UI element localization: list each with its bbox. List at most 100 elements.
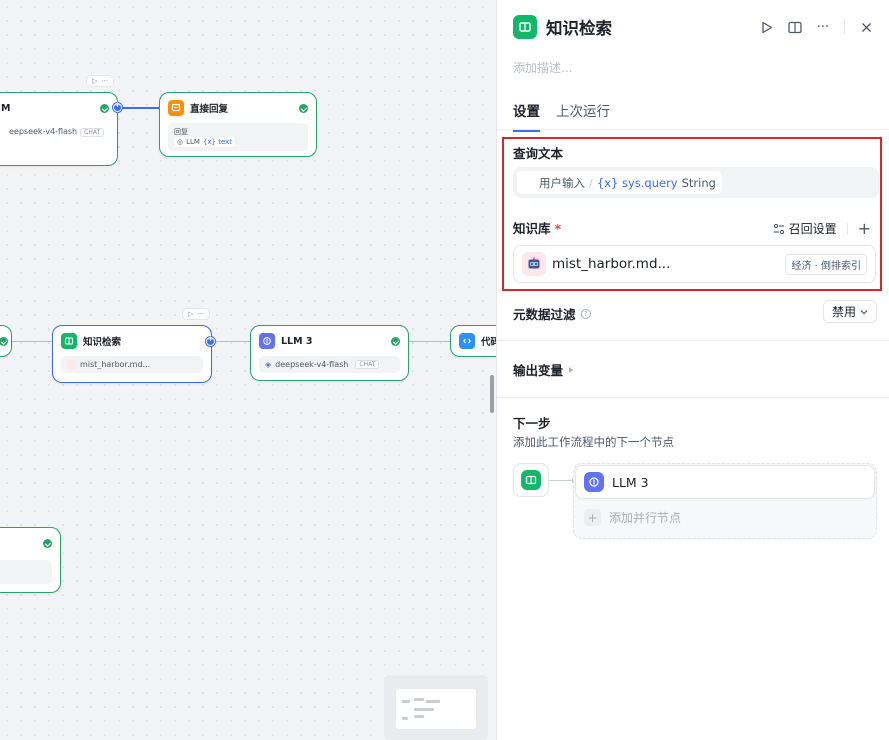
variable-ref: ◎ LLM {x} text: [174, 137, 236, 147]
sliders-icon: [773, 223, 784, 234]
edge: [409, 341, 450, 342]
next-step-description: 添加此工作流程中的下一个节点: [513, 435, 674, 449]
divider: [497, 340, 889, 341]
query-input[interactable]: 用户输入 / {x} sys.query String: [513, 167, 879, 198]
model-name: eepseek-v4-flash: [9, 127, 78, 136]
success-check-icon: [43, 539, 52, 548]
query-variable: {x} sys.query: [596, 175, 678, 190]
book-open-icon[interactable]: [786, 18, 804, 36]
divider: [846, 222, 848, 235]
more-icon[interactable]: ···: [197, 310, 204, 318]
tabs-divider: [497, 129, 889, 130]
success-check-icon: [391, 337, 400, 346]
query-label: 查询文本: [513, 146, 564, 161]
node-title: 直接回复: [190, 104, 229, 115]
node-title: 知识检索: [83, 337, 122, 348]
next-node-label: LLM 3: [612, 474, 649, 490]
node-body: [0, 560, 52, 584]
file-name: mist_harbor.md...: [80, 360, 151, 369]
code-node[interactable]: 代码: [450, 325, 496, 357]
node-toolbar[interactable]: ▷ ···: [86, 75, 115, 87]
llm3-node[interactable]: LLM 3 ◈ deepseek-v4-flash CHAT: [250, 325, 409, 381]
divider: [844, 20, 845, 34]
kb-item-name: mist_harbor.md...: [552, 256, 671, 272]
reply-label: 回复: [174, 128, 188, 136]
ref-source: LLM: [186, 138, 200, 146]
node-settings-panel: 知识检索 ··· 添加描述... 设置 上次运行 查询文本 用户输入 / {x}…: [496, 0, 889, 740]
llm-node-top[interactable]: M eepseek-v4-flash CHAT: [0, 92, 118, 166]
partial-node-bottom[interactable]: [0, 527, 61, 593]
reply-icon: [168, 100, 184, 116]
node-toolbar[interactable]: ▷ ···: [182, 308, 211, 320]
description-input[interactable]: 添加描述...: [513, 59, 572, 76]
kb-label-text: 知识库: [513, 221, 551, 236]
workflow-canvas[interactable]: ▷··· M eepseek-v4-flashCHAT 直接回复 回复 ◎LLM…: [0, 0, 496, 740]
panel-header: 知识检索: [513, 15, 612, 39]
metadata-filter-label: 元数据过滤: [513, 307, 576, 322]
more-icon[interactable]: ···: [101, 77, 108, 85]
output-vars-label: 输出变量: [513, 363, 564, 378]
select-value: 禁用: [831, 305, 856, 319]
book-icon: [61, 333, 77, 349]
model-name: deepseek-v4-flash: [275, 360, 349, 369]
help-icon[interactable]: ?: [580, 308, 591, 319]
success-check-icon: [0, 337, 8, 346]
node-title: LLM 3: [281, 335, 313, 347]
add-kb-button[interactable]: +: [858, 219, 871, 238]
llm-ref-icon: ◎: [177, 138, 184, 146]
query-source: 用户输入: [539, 175, 585, 190]
run-icon[interactable]: ▷: [188, 310, 193, 318]
run-icon[interactable]: [758, 18, 776, 36]
minimap-viewport[interactable]: [396, 689, 476, 729]
metadata-filter-row: 元数据过滤 ?: [513, 304, 591, 323]
kb-label: 知识库 *: [513, 218, 561, 237]
node-title: M: [1, 102, 11, 114]
panel-resize-handle[interactable]: [490, 375, 494, 413]
add-parallel-node-button[interactable]: + 添加并行节点: [584, 509, 681, 526]
direct-reply-node[interactable]: 直接回复 回复 ◎ LLM {x} text: [159, 92, 317, 157]
edge: [122, 107, 160, 109]
next-node-llm3[interactable]: LLM 3: [575, 465, 875, 499]
llm-brain-icon: [259, 333, 275, 349]
output-port[interactable]: [113, 101, 122, 112]
required-mark: *: [554, 221, 562, 236]
node-title: 代码: [481, 337, 496, 348]
current-node-icon: [513, 463, 549, 497]
next-node-list: LLM 3 + 添加并行节点: [573, 463, 877, 539]
edge: [216, 341, 250, 342]
file-avatar-icon: [67, 360, 76, 369]
recall-settings-label: 召回设置: [788, 222, 837, 236]
chat-badge: CHAT: [80, 128, 105, 137]
kb-search-node[interactable]: 知识检索 mist_harbor.md...: [52, 325, 212, 383]
model-row: ◈ deepseek-v4-flash CHAT: [259, 356, 400, 373]
next-step-title: 下一步: [513, 416, 551, 431]
deepseek-logo-icon: ◈: [265, 360, 272, 369]
minimap[interactable]: [384, 675, 488, 740]
connector-line: [549, 478, 575, 483]
book-icon: [521, 470, 541, 490]
panel-title[interactable]: 知识检索: [546, 15, 612, 39]
tab-last-run[interactable]: 上次运行: [556, 100, 610, 132]
edge: [12, 341, 52, 342]
model-row: eepseek-v4-flash CHAT: [0, 123, 109, 140]
panel-actions: ···: [758, 18, 875, 36]
llm-brain-icon: [584, 472, 604, 492]
recall-settings-button[interactable]: 召回设置: [773, 220, 837, 237]
code-icon: [459, 333, 475, 349]
partial-node-left[interactable]: [0, 325, 12, 357]
kb-actions: 召回设置 +: [773, 219, 871, 238]
chevron-down-icon: [860, 309, 868, 314]
query-variable-pill[interactable]: 用户输入 / {x} sys.query String: [517, 171, 722, 194]
kb-item[interactable]: mist_harbor.md... 经济 · 倒排索引: [513, 245, 876, 283]
output-port[interactable]: [206, 335, 215, 346]
more-icon[interactable]: ···: [814, 18, 832, 36]
plus-icon: +: [584, 509, 601, 526]
output-vars-toggle[interactable]: 输出变量: [513, 360, 574, 379]
divider: [497, 397, 889, 398]
close-icon[interactable]: [857, 18, 875, 36]
kb-file-row: mist_harbor.md...: [61, 356, 203, 373]
metadata-filter-select[interactable]: 禁用: [822, 300, 877, 323]
tab-settings[interactable]: 设置: [513, 100, 540, 132]
run-icon[interactable]: ▷: [92, 77, 97, 85]
reply-body: 回复 ◎ LLM {x} text: [168, 123, 308, 151]
